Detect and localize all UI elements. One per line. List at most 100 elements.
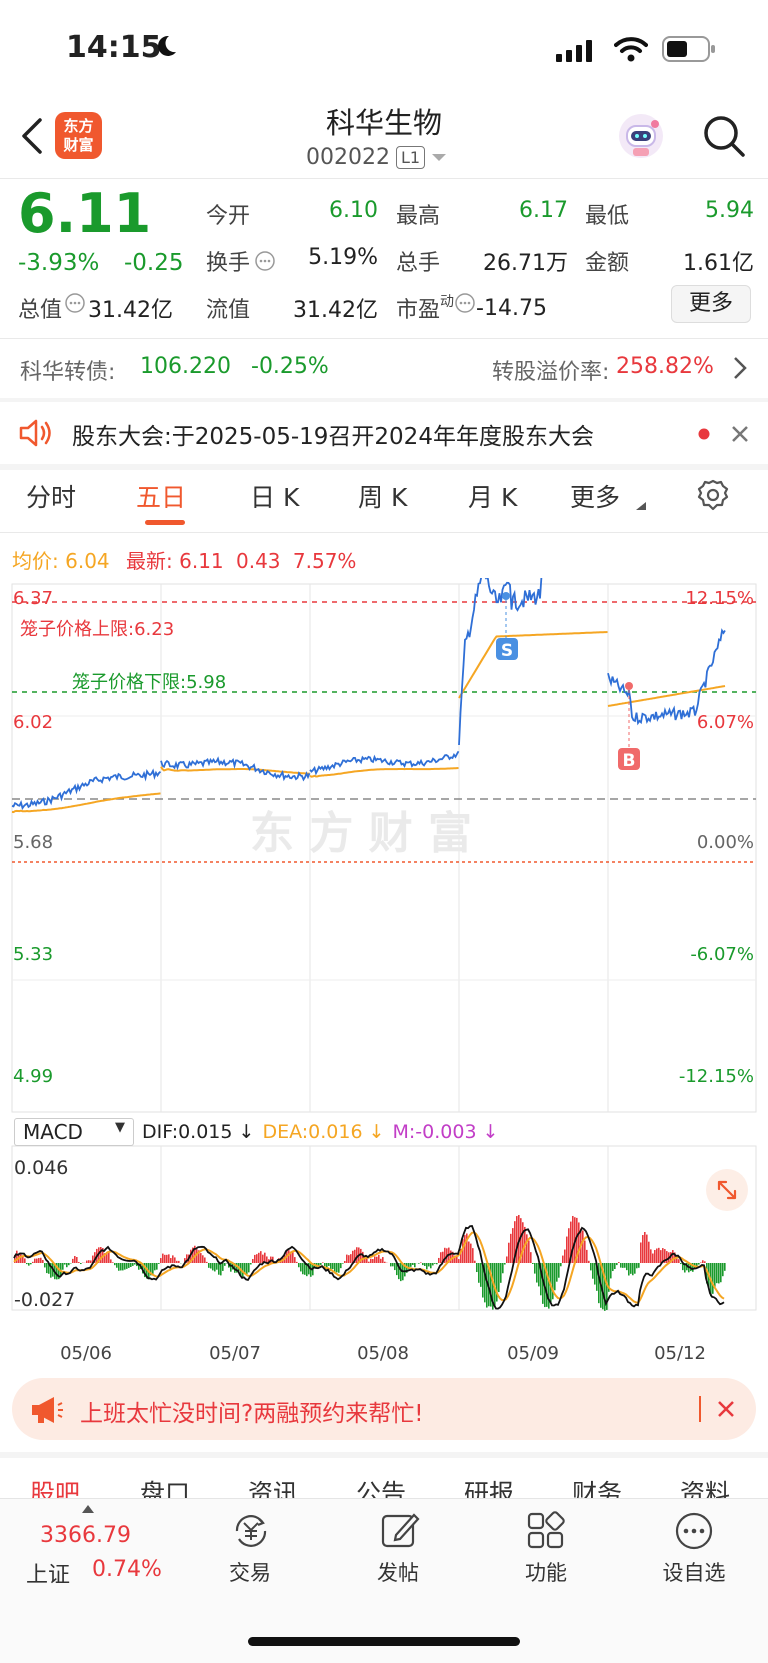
settings-gear-icon[interactable] [696,478,730,512]
macd-bar [636,1263,638,1269]
tab-more[interactable]: 更多 [570,478,620,514]
assistant-robot-icon[interactable] [617,112,665,164]
cellular-signal-icon [556,40,592,66]
macd-bar [152,1263,154,1274]
x-tick-label: 05/08 [357,1343,409,1364]
indicator-select[interactable]: MACD ▼ [14,1118,134,1146]
pe-wrap[interactable]: 市盈 动 -14.75 [396,292,547,324]
macd-bar [592,1263,594,1279]
chart-tabs: 分时 五日 日 K 周 K 月 K 更多 [0,478,768,534]
function-label[interactable]: 功能 [496,1557,596,1587]
y-tick-left: 4.99 [13,1066,53,1087]
macd-bar [176,1260,178,1263]
more-circle-icon[interactable] [674,1511,714,1551]
macd-bar [100,1247,102,1263]
macd-bar [714,1263,716,1287]
macd-bar [638,1263,640,1268]
macd-bar [356,1247,358,1263]
macd-bar [480,1263,482,1287]
x-axis-labels: 05/06 05/07 05/08 05/09 05/12 [60,1343,706,1364]
macd-bar [554,1263,556,1291]
notice-banner[interactable]: 股东大会:于2025-05-19召开2024年年度股东大会 [0,402,768,464]
notice-text: 股东大会:于2025-05-19召开2024年年度股东大会 [72,424,594,450]
amount-label: 金额 [585,251,630,276]
y-tick-right: -6.07% [690,944,754,965]
macd-bar [296,1261,298,1263]
macd-bar [530,1252,532,1263]
macd-bar [366,1258,368,1263]
macd-bar [288,1250,290,1263]
macd-bar [578,1222,580,1263]
more-button[interactable]: 更多 [671,285,751,323]
macd-bar [300,1263,302,1272]
index-name[interactable]: 上证 [26,1557,70,1589]
tab-monthly-k[interactable]: 月 K [468,478,517,514]
macd-bar [568,1228,570,1263]
macd-bar [564,1249,566,1263]
macd-bar [302,1263,304,1275]
post-edit-icon[interactable] [380,1511,420,1551]
macd-bar [702,1260,704,1263]
promo-banner[interactable]: 上班太忙没时间?两融预约来帮忙! [12,1378,756,1440]
macd-bar [340,1263,342,1269]
caret-down-icon: ▼ [115,1120,125,1135]
tab-five-day[interactable]: 五日 [136,478,186,514]
tab-intraday[interactable]: 分时 [26,478,76,514]
post-label[interactable]: 发帖 [348,1557,448,1587]
five-day-chart[interactable]: SB 6.376.025.685.334.9912.15%6.07%0.00%-… [0,578,768,1368]
close-icon[interactable] [730,424,750,444]
mcap-wrap[interactable]: 总值 31.42亿 [18,292,173,324]
status-time: 14:15 [66,30,162,65]
macd-bar [116,1263,118,1268]
home-indicator [248,1637,520,1646]
current-price: 6.11 [18,182,152,245]
stock-code: 002022 [306,145,390,170]
macd-bar [38,1258,40,1263]
macd-bar [112,1262,114,1263]
expand-icon[interactable] [706,1169,748,1211]
turnover-label-wrap[interactable]: 换手 [206,245,276,277]
macd-bar [68,1263,70,1266]
trade-yen-icon[interactable] [229,1511,273,1551]
macd-bar [630,1263,632,1274]
triangle-icon [636,502,646,510]
macd-bar [202,1255,204,1263]
macd-bar [680,1263,682,1265]
volume-value: 26.71万 [483,251,568,276]
trade-label[interactable]: 交易 [200,1557,300,1587]
index-value[interactable]: 3366.79 [40,1523,131,1548]
macd-bar [76,1257,78,1263]
search-icon[interactable] [702,114,746,162]
tab-weekly-k[interactable]: 周 K [358,478,407,514]
turnover-label: 换手 [206,251,251,276]
macd-bar [558,1263,560,1278]
macd-bar [588,1260,590,1263]
y-tick-left: 6.02 [13,712,53,733]
tab-daily-k[interactable]: 日 K [250,478,299,514]
macd-bar [390,1263,392,1267]
function-grid-icon[interactable] [526,1511,566,1551]
divider [0,532,768,533]
change-percent: -3.93% [18,250,100,276]
stock-code-selector[interactable]: 002022 L1 [306,145,447,170]
y-tick-left: 5.68 [13,832,53,853]
avg-label: 均价: [12,549,59,573]
macd-bar [224,1263,226,1266]
macd-bar [504,1263,506,1265]
mcap-value: 31.42亿 [88,298,173,323]
unread-dot [698,428,710,440]
wifi-icon [614,36,648,66]
macd-bar [584,1240,586,1263]
price-lines: SB [11,578,726,814]
macd-bar [200,1253,202,1263]
sell-dot [502,592,510,600]
index-percent[interactable]: 0.74% [92,1557,162,1582]
macd-bar [678,1259,680,1263]
macd-bar [418,1263,420,1264]
macd-bar [610,1263,612,1279]
convertible-bond-row[interactable]: 科华转债: 106.220 -0.25% 转股溢价率: 258.82% [0,340,768,396]
watchlist-label[interactable]: 设自选 [644,1557,744,1587]
chart-legend: 均价: 6.04 最新: 6.11 0.43 7.57% [12,545,356,574]
close-icon[interactable] [716,1399,736,1419]
macd-bar [532,1263,534,1264]
